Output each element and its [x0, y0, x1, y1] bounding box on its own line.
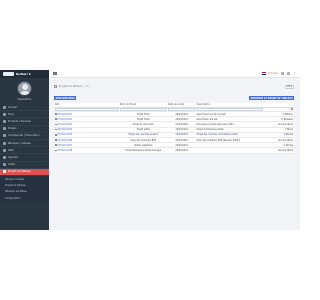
users-icon	[3, 112, 6, 116]
row-ref[interactable]: ZT2104-0006	[57, 139, 72, 142]
sidebar-item-label: Projets de Tableau	[8, 170, 31, 174]
table-icon	[3, 170, 6, 174]
sidebar-item-label: Commercial | Facturation	[8, 134, 40, 138]
app-window: Dolibarr 9 SuperAdmin Accueil › Tiers › Pr…	[0, 70, 300, 230]
chevron-right-icon: ›	[45, 163, 46, 167]
sidebar-item-outils[interactable]: Outils ›	[0, 162, 49, 169]
table-row[interactable]: ZT2104-0008 Projet laboratoire biotechno…	[54, 147, 294, 154]
bank-icon	[3, 141, 6, 145]
sidebar-item-label: Accueil	[8, 105, 17, 109]
row-ref[interactable]: ZT2104-0001	[57, 113, 72, 116]
row-ref[interactable]: ZT2104-0003	[57, 123, 72, 126]
row-name: Projet laboratoire biotechnologie	[118, 147, 167, 154]
cube-icon	[3, 119, 6, 123]
wrench-icon	[3, 163, 6, 167]
user-icon[interactable]	[287, 72, 290, 75]
sidebar-item-label: Outils	[8, 163, 16, 167]
sidebar-item-projets-tableau[interactable]: Projets de Tableau	[0, 168, 49, 176]
row-ref[interactable]: ZT2104-0002	[57, 118, 72, 121]
chevron-down-icon: ▾	[290, 85, 292, 88]
sidebar-item-label: Tiers	[8, 112, 15, 116]
sidebar-item-label: Agenda	[8, 155, 18, 159]
french-flag-icon	[262, 72, 266, 75]
row-ref[interactable]: ZT2104-0004	[57, 128, 72, 131]
chevron-right-icon: ›	[45, 155, 46, 159]
row-ref[interactable]: ZT2104-0005	[57, 133, 72, 136]
filter-date-input[interactable]	[167, 107, 196, 111]
brand-bar: Dolibarr 9	[0, 70, 49, 78]
page-content: Projets de Tableau (11) 25 ▾ ZTAB-NOUVEA…	[49, 78, 300, 230]
row-status: Aucune tâche	[262, 147, 294, 154]
folder-icon	[3, 127, 6, 131]
user-name[interactable]: SuperAdmin	[17, 98, 31, 101]
cart-icon	[3, 134, 6, 138]
sidebar-item-tiers[interactable]: Tiers ›	[0, 111, 49, 119]
row-ref[interactable]: ZT2104-0008	[57, 149, 72, 152]
sidebar-item-commercial[interactable]: Commercial | Facturation ›	[0, 133, 49, 140]
chevron-right-icon: ›	[45, 127, 46, 131]
sidebar-item-accueil[interactable]: Accueil ›	[0, 104, 49, 112]
topbar: Français ⋮	[49, 70, 300, 78]
language-selector[interactable]: Français	[269, 72, 278, 75]
filter-description-input[interactable]	[196, 107, 263, 111]
sidebar-item-label: Banques | Caisses	[8, 141, 31, 145]
main-area: Français ⋮ Projets de Tableau (11) 25 ▾ …	[49, 70, 300, 230]
record-count: (11)	[84, 85, 90, 88]
sidebar-item-produits[interactable]: Produits | Services ›	[0, 118, 49, 126]
sidebar-item-label: Produits | Services	[8, 119, 32, 123]
chevron-right-icon: ›	[45, 134, 46, 138]
brand-logo-icon[interactable]	[3, 72, 14, 76]
sidebar: Dolibarr 9 SuperAdmin Accueil › Tiers › Pr…	[0, 70, 49, 230]
more-icon[interactable]: ⋮	[293, 72, 296, 75]
action-bar: ZTAB-NOUVEAU IMPORTER LE PROJET DE TABLE…	[54, 94, 294, 102]
user-block: SuperAdmin	[0, 78, 49, 104]
sidebar-submenu: Tableau modèles Projets de Tableau Table…	[0, 175, 49, 202]
chevron-right-icon: ›	[45, 119, 46, 123]
page-title: Projets de Tableau	[59, 85, 83, 88]
projects-table: Réf. Nom du Projet Date de projet Descri…	[54, 103, 294, 154]
page-size-select[interactable]: 25 ▾	[285, 84, 294, 89]
table-icon	[54, 85, 57, 88]
sidebar-item-banques[interactable]: Banques | Caisses ›	[0, 140, 49, 148]
avatar[interactable]	[17, 81, 32, 96]
import-project-button[interactable]: IMPORTER LE PROJET DE TABLEAU	[249, 96, 294, 100]
sidebar-item-grh[interactable]: GRH ›	[0, 147, 49, 155]
chevron-right-icon: ›	[45, 105, 46, 109]
sidebar-menu: Accueil › Tiers › Produits | Services › Pro…	[0, 104, 49, 176]
topbar-right: Français ⋮	[262, 72, 296, 75]
chevron-right-icon: ›	[45, 141, 46, 145]
hamburger-menu-icon[interactable]	[53, 72, 57, 75]
select-all-checkbox[interactable]	[291, 107, 293, 110]
home-icon	[3, 105, 6, 109]
page-header: Projets de Tableau (11) 25 ▾	[54, 82, 294, 91]
briefcase-icon	[3, 148, 6, 152]
bell-icon[interactable]	[281, 72, 284, 75]
new-project-button[interactable]: ZTAB-NOUVEAU	[54, 96, 77, 100]
brand-name: Dolibarr 9	[16, 72, 31, 76]
sidebar-item-label: Projets	[8, 127, 17, 131]
row-description	[195, 147, 263, 154]
filter-ref-input[interactable]	[55, 107, 119, 111]
row-date: 20/04/2021	[166, 147, 196, 154]
chevron-right-icon: ›	[45, 112, 46, 116]
row-ref[interactable]: ZT2104-0007	[57, 144, 72, 147]
submenu-item-configuration[interactable]: Configuration	[0, 195, 49, 201]
chevron-right-icon: ›	[45, 148, 46, 152]
page-size-value: 25	[287, 85, 291, 88]
sidebar-item-projets[interactable]: Projets ›	[0, 126, 49, 133]
sidebar-item-label: GRH	[8, 148, 14, 152]
calendar-icon	[3, 155, 6, 159]
sidebar-item-agenda[interactable]: Agenda ›	[0, 154, 49, 162]
filter-name-input[interactable]	[119, 107, 167, 111]
